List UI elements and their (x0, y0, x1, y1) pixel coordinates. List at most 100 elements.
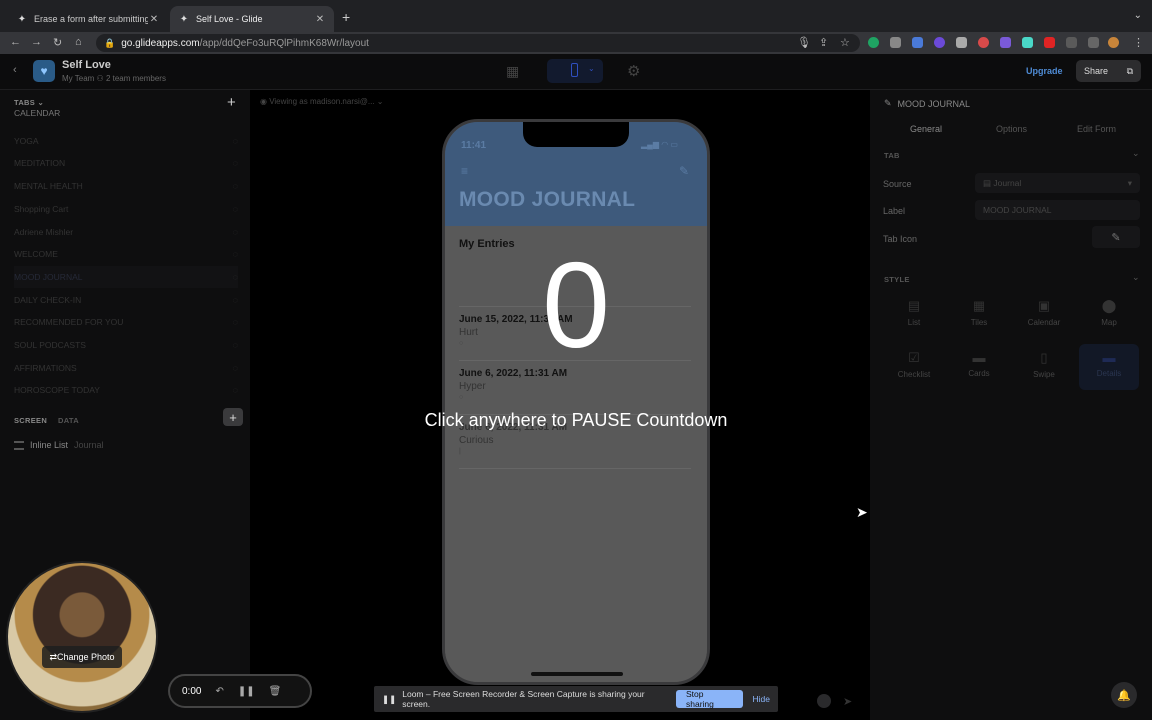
close-tab-icon[interactable]: ✕ (148, 14, 160, 25)
extension-icon[interactable] (1044, 37, 1055, 48)
settings-gear-icon[interactable]: ⚙ (627, 62, 640, 80)
hidden-eye-icon[interactable]: ◌ (233, 158, 238, 168)
webcam-bubble[interactable] (6, 561, 158, 713)
style-calendar[interactable]: ▣ Calendar (1014, 298, 1074, 327)
extension-icon[interactable] (956, 37, 967, 48)
extension-icon[interactable] (978, 37, 989, 48)
component-inline-list[interactable]: Inline List Journal (14, 440, 104, 450)
map-pin-icon: ⬤ (1101, 298, 1117, 313)
label-input[interactable]: MOOD JOURNAL (975, 200, 1140, 220)
profile-avatar[interactable] (1108, 37, 1119, 48)
play-icon[interactable] (817, 694, 831, 708)
extension-icon[interactable] (1000, 37, 1011, 48)
undo-icon[interactable]: ↶ (215, 686, 223, 697)
source-value: Journal (993, 177, 1022, 188)
screen-sharing-bar: ❚❚ Loom – Free Screen Recorder & Screen … (374, 686, 778, 712)
style-details[interactable]: ▬ Details (1079, 344, 1139, 390)
close-tab-icon[interactable]: ✕ (314, 14, 326, 25)
style-label: Calendar (1027, 318, 1061, 327)
tab-edit-form[interactable]: Edit Form (1077, 124, 1116, 134)
trash-icon[interactable]: 🗑 (269, 686, 282, 697)
browser-toolbar: ← → ↻ ⌂ 🔒 go.glideapps.com /app/ddQeFo3u… (0, 32, 1152, 54)
stop-sharing-button[interactable]: Stop sharing (675, 689, 743, 709)
panel-header: ✎ MOOD JOURNAL (884, 98, 970, 109)
tab-item-label: HOROSCOPE TODAY (14, 385, 100, 395)
tab-item-label: Shopping Cart (14, 204, 69, 214)
viewing-as-selector[interactable]: ◉ Viewing as madison.narsi@... ⌄ (260, 97, 384, 106)
notification-bell-icon[interactable]: 🔔 (1111, 682, 1137, 708)
chevron-down-icon[interactable]: ⌄ (1132, 148, 1140, 159)
tabs-heading[interactable]: TABS ⌄ (14, 98, 44, 107)
forward-icon[interactable]: → (31, 36, 42, 48)
back-icon[interactable]: ← (10, 36, 21, 48)
grammarly-extension-icon[interactable] (868, 37, 879, 48)
label-label: Label (883, 206, 906, 216)
hidden-eye-icon[interactable]: ◌ (233, 181, 238, 191)
bookmark-star-icon[interactable]: ☆ (840, 36, 850, 49)
source-select[interactable]: ▤ Journal ▾ (975, 173, 1140, 193)
hidden-eye-icon[interactable]: ◌ (233, 227, 238, 237)
extension-icon[interactable] (1022, 37, 1033, 48)
new-tab-icon[interactable]: + (342, 9, 350, 25)
style-tiles[interactable]: ▦ Tiles (949, 298, 1009, 327)
style-list[interactable]: ▤ List (884, 298, 944, 327)
share-button[interactable]: Share ⧉ (1076, 60, 1141, 82)
share-page-icon[interactable]: ⇪ (819, 36, 828, 49)
hidden-eye-icon[interactable]: ◌ (233, 136, 238, 146)
tab-item-shopping-cart[interactable]: Shopping Cart ◌ (14, 198, 238, 220)
send-icon[interactable]: ➤ (843, 695, 852, 708)
chevron-down-icon[interactable]: ⌄ (1134, 10, 1142, 21)
tiles-icon: ▦ (972, 298, 986, 313)
tab-item-label: MENTAL HEALTH (14, 181, 83, 191)
browser-tab-erase-form[interactable]: ✦ Erase a form after submitting d ✕ (8, 6, 168, 32)
table-icon: ▤ (983, 177, 994, 188)
home-icon[interactable]: ⌂ (75, 36, 82, 48)
style-label: Details (1096, 369, 1122, 378)
layout-editor-toggle[interactable]: ⌄ (547, 59, 603, 83)
phone-preview[interactable]: 11:41 ▂▄▆ ◠ ▭ ≡ ✎ MOOD JOURNAL My Entrie… (442, 119, 710, 685)
microphone-icon[interactable]: 🎙 (797, 36, 811, 49)
back-chevron-icon[interactable]: ‹ (13, 64, 17, 76)
reload-icon[interactable]: ↻ (53, 36, 62, 49)
divider (459, 468, 691, 469)
pause-icon[interactable]: ❚❚ (238, 686, 255, 697)
upgrade-link[interactable]: Upgrade (1026, 66, 1063, 76)
swipe-icon: ▯ (1040, 350, 1048, 365)
team-name: My Team (62, 74, 95, 83)
hamburger-menu-icon[interactable]: ≡ (461, 164, 468, 178)
style-label: Checklist (897, 370, 931, 379)
browser-tab-self-love[interactable]: ✦ Self Love - Glide ✕ (170, 6, 334, 32)
tab-item-calendar[interactable]: CALENDAR (14, 108, 238, 130)
style-checklist[interactable]: ☑ Checklist (884, 350, 944, 379)
side-panel-icon[interactable] (1088, 37, 1099, 48)
style-label: Cards (968, 369, 990, 378)
hidden-eye-icon[interactable]: ◌ (233, 385, 238, 395)
hide-button[interactable]: Hide (753, 694, 770, 704)
tab-item-horoscope-today[interactable]: HOROSCOPE TODAY ◌ (14, 379, 238, 401)
change-photo-button[interactable]: ⇄ Change Photo (42, 646, 122, 668)
hidden-eye-icon[interactable]: ◌ (233, 204, 238, 214)
chevron-down-icon[interactable]: ⌄ (1132, 272, 1140, 283)
entry-marker: ○ (459, 394, 464, 401)
tab-item-mental-health[interactable]: MENTAL HEALTH ◌ (14, 175, 238, 197)
style-swipe[interactable]: ▯ Swipe (1014, 350, 1074, 379)
lock-icon: 🔒 (104, 37, 116, 48)
extension-icon[interactable] (890, 37, 901, 48)
address-bar[interactable]: 🔒 go.glideapps.com /app/ddQeFo3uRQlPihmK… (96, 34, 860, 52)
style-cards[interactable]: ▬ Cards (949, 350, 1009, 378)
tab-item-meditation[interactable]: MEDITATION ◌ (14, 152, 238, 174)
tab-general[interactable]: General (910, 124, 942, 134)
data-editor-icon[interactable]: ▦ (506, 63, 519, 80)
edit-pencil-icon[interactable]: ✎ (679, 164, 689, 178)
extension-icon[interactable] (934, 37, 945, 48)
entry-marker: | (459, 448, 461, 455)
extension-icon[interactable] (912, 37, 923, 48)
tab-options[interactable]: Options (996, 124, 1027, 134)
browser-menu-icon[interactable]: ⋮ (1133, 36, 1144, 49)
style-map[interactable]: ⬤ Map (1079, 298, 1139, 327)
right-properties-panel: ✎ MOOD JOURNAL General Options Edit Form… (870, 90, 1152, 720)
tab-icon-picker-edit-icon[interactable]: ✎ (1092, 226, 1140, 248)
tab-item-yoga[interactable]: YOGA ◌ (14, 130, 238, 152)
team-members-count: 2 team members (105, 74, 166, 83)
puzzle-extensions-icon[interactable] (1066, 37, 1077, 48)
